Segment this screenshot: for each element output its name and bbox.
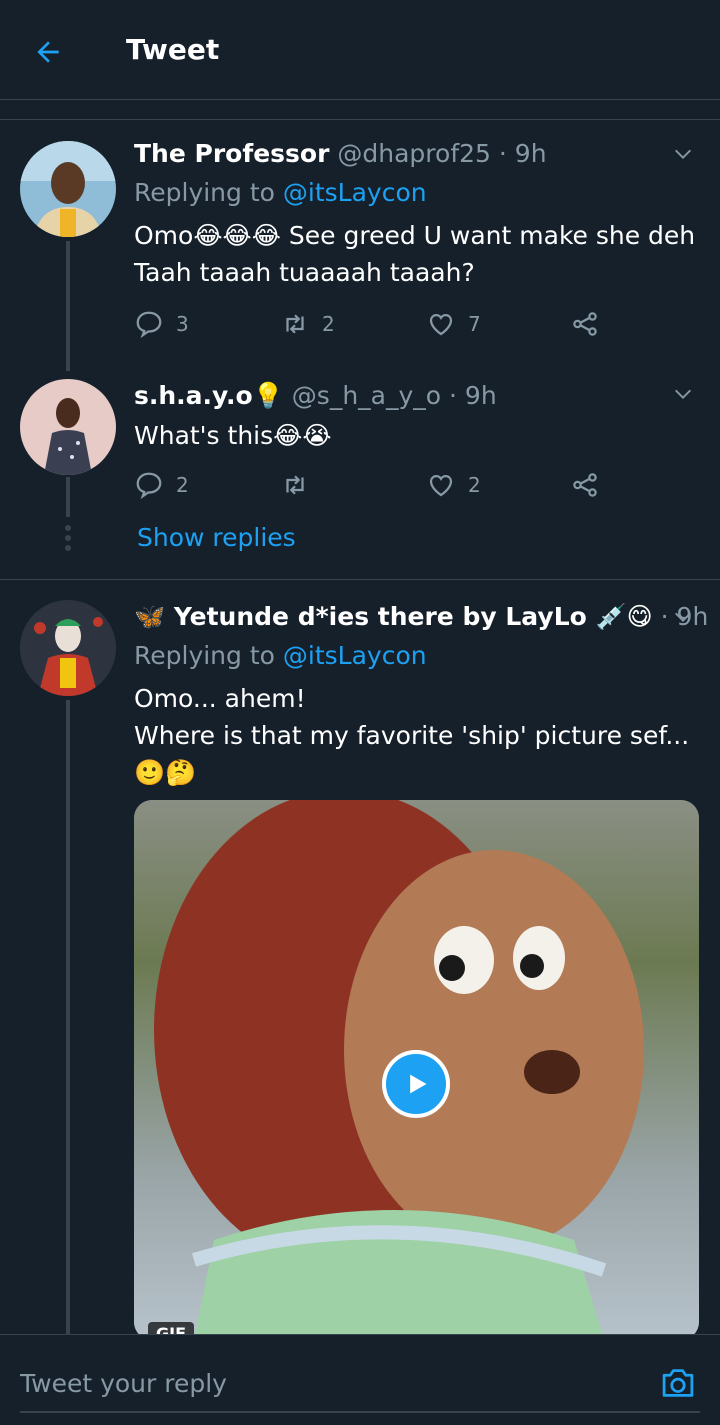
like-button[interactable]: 7 (426, 306, 481, 342)
display-name[interactable]: s.h.a.y.o💡 (134, 381, 284, 410)
reply-count: 3 (176, 312, 189, 336)
tweet-header: 🦋 Yetunde d*ies there by LayLo 💉😋 · 9h (134, 602, 708, 632)
tweet-text-line-1: What's this😂😭 (134, 421, 332, 450)
tweet-text-line-1: Omo😂😂😂 See greed U want make she deh (134, 221, 696, 250)
avatar-photo (20, 600, 116, 696)
replying-to-line: Replying to @itsLaycon (134, 178, 427, 207)
reply-button[interactable]: 2 (134, 467, 189, 503)
tweet-header: s.h.a.y.o💡 @s_h_a_y_o · 9h (134, 381, 497, 411)
tweet-actions: 3 2 7 (134, 306, 614, 342)
thread-line (66, 241, 70, 371)
tweet-menu-button[interactable] (668, 139, 698, 169)
reply-count: 2 (176, 473, 189, 497)
show-replies-link[interactable]: Show replies (137, 523, 296, 552)
tweet-header: The Professor @dhaprof25 · 9h (134, 139, 547, 168)
share-button[interactable] (570, 467, 600, 503)
avatar[interactable] (20, 141, 116, 237)
header-gap (0, 100, 720, 120)
chevron-down-icon (675, 149, 691, 159)
timestamp: · 9h (498, 139, 547, 168)
avatar[interactable] (20, 379, 116, 475)
share-icon (573, 473, 597, 497)
retweet-count: 2 (322, 312, 335, 336)
retweet-icon (286, 314, 304, 334)
reply-icon (136, 311, 162, 339)
retweet-button[interactable]: 2 (280, 306, 335, 342)
replying-prefix: Replying to (134, 641, 275, 670)
reply-input[interactable] (20, 1363, 620, 1403)
display-name[interactable]: 🦋 Yetunde d*ies there by LayLo 💉😋 (134, 602, 653, 631)
play-button[interactable] (382, 1050, 450, 1118)
avatar-photo (20, 379, 116, 475)
avatar[interactable] (20, 600, 116, 696)
tweet-menu-button[interactable] (668, 379, 698, 409)
input-underline (20, 1411, 700, 1413)
like-count: 7 (468, 312, 481, 336)
heart-icon (429, 474, 453, 497)
back-button[interactable] (28, 32, 68, 72)
tweet-gif[interactable]: GIF (134, 800, 699, 1340)
share-icon (573, 312, 597, 336)
chevron-down-icon (675, 612, 691, 622)
avatar-photo (20, 141, 116, 237)
timestamp: · 9h (449, 381, 497, 410)
tweet-the-professor[interactable]: The Professor @dhaprof25 · 9h Replying t… (0, 121, 720, 371)
camera-button[interactable] (656, 1363, 700, 1403)
mention-link[interactable]: @itsLaycon (283, 641, 427, 670)
replying-to-line: Replying to @itsLaycon (134, 641, 427, 670)
username[interactable]: @s_h_a_y_o (292, 381, 441, 410)
username[interactable]: @dhaprof25 (337, 139, 491, 168)
thread-line (66, 477, 70, 517)
tweet-text-line-3: 🙂🤔 (134, 758, 197, 787)
thread-line (66, 700, 70, 1334)
replying-prefix: Replying to (134, 178, 275, 207)
tweet-text-line-1: Omo... ahem! (134, 684, 306, 713)
camera-icon (662, 1369, 694, 1397)
tweet-menu-button[interactable] (668, 602, 698, 632)
like-button[interactable]: 2 (426, 467, 481, 503)
page-title: Tweet (126, 33, 220, 66)
top-bar: Tweet (0, 0, 720, 100)
share-button[interactable] (570, 306, 600, 342)
reply-composer (0, 1334, 720, 1425)
mention-link[interactable]: @itsLaycon (283, 178, 427, 207)
reply-button[interactable]: 3 (134, 306, 189, 342)
retweet-icon (286, 475, 304, 495)
tweet-shayo[interactable]: s.h.a.y.o💡 @s_h_a_y_o · 9h What's this😂😭… (0, 361, 720, 579)
tweet-text-line-2: Taah taaah tuaaaah taaah? (134, 258, 475, 287)
heart-icon (429, 313, 453, 336)
more-replies-dots (65, 525, 71, 555)
arrow-left-icon (37, 41, 59, 63)
display-name[interactable]: The Professor (134, 139, 329, 168)
like-count: 2 (468, 473, 481, 497)
tweet-text-line-2: Where is that my favorite 'ship' picture… (134, 721, 690, 750)
reply-icon (136, 472, 162, 500)
tweet-actions: 2 2 (134, 467, 614, 503)
chevron-down-icon (675, 389, 691, 399)
play-icon (410, 1074, 427, 1094)
retweet-button[interactable] (280, 467, 322, 503)
